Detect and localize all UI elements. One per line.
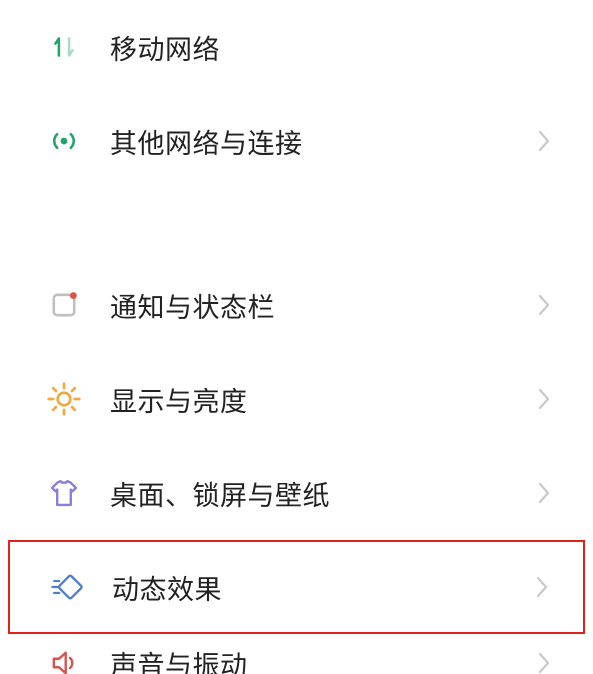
section-separator xyxy=(0,188,593,258)
speaker-icon xyxy=(42,641,86,674)
item-motion-effects[interactable]: 动态效果 xyxy=(8,540,585,634)
item-sound-vibration[interactable]: 声音与振动 xyxy=(0,634,593,674)
item-label: 声音与振动 xyxy=(110,644,535,674)
tshirt-icon xyxy=(42,471,86,515)
sun-icon xyxy=(42,377,86,421)
chevron-right-icon xyxy=(535,126,553,156)
chevron-right-icon xyxy=(535,384,553,414)
item-label: 显示与亮度 xyxy=(110,380,535,419)
item-label: 通知与状态栏 xyxy=(110,286,535,325)
item-display[interactable]: 显示与亮度 xyxy=(0,352,593,446)
item-mobile-network[interactable]: 移动网络 xyxy=(0,0,593,94)
item-label: 动态效果 xyxy=(112,568,533,607)
motion-icon xyxy=(44,565,88,609)
item-other-connections[interactable]: 其他网络与连接 xyxy=(0,94,593,188)
notification-icon xyxy=(42,283,86,327)
item-label: 其他网络与连接 xyxy=(110,122,535,161)
network-icon xyxy=(42,25,86,69)
chevron-right-icon xyxy=(533,572,551,602)
chevron-right-icon xyxy=(535,478,553,508)
chevron-right-icon xyxy=(535,290,553,320)
item-label: 移动网络 xyxy=(110,28,553,67)
chevron-right-icon xyxy=(535,648,553,674)
item-notifications[interactable]: 通知与状态栏 xyxy=(0,258,593,352)
item-desktop-wallpaper[interactable]: 桌面、锁屏与壁纸 xyxy=(0,446,593,540)
cut-row: 声音与振动 xyxy=(0,634,593,674)
settings-list: 移动网络 其他网络与连接 通知与状态栏 xyxy=(0,0,593,674)
item-label: 桌面、锁屏与壁纸 xyxy=(110,474,535,513)
broadcast-icon xyxy=(42,119,86,163)
